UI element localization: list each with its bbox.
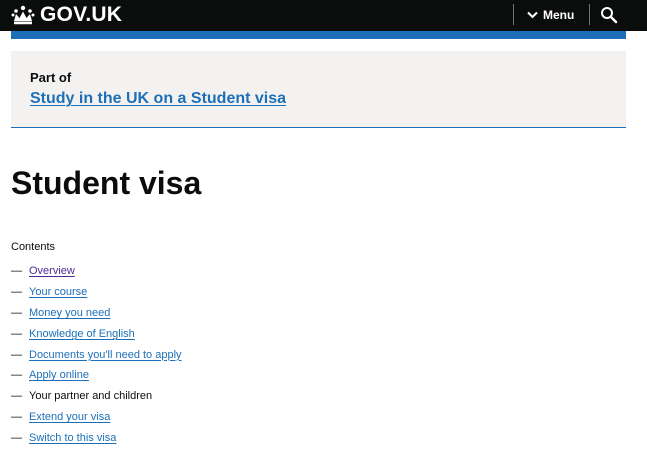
contents-item: — Your course: [11, 282, 182, 303]
search-button[interactable]: [600, 6, 618, 24]
contents-link-knowledge-of-english[interactable]: Knowledge of English: [29, 327, 135, 341]
contents-heading: Contents: [11, 241, 56, 253]
contents-link-overview[interactable]: Overview: [29, 264, 75, 278]
contents-item: — Documents you'll need to apply: [11, 344, 182, 365]
contents-dash: —: [11, 265, 22, 278]
contents-link-switch-to-this-visa[interactable]: Switch to this visa: [29, 431, 116, 445]
part-of-panel: Part of Study in the UK on a Student vis…: [11, 51, 626, 128]
contents-item: — Your partner and children: [11, 386, 182, 407]
crown-icon: [11, 5, 35, 25]
contents-current-page: Your partner and children: [29, 390, 153, 403]
site-header: GOV.UK Menu: [0, 0, 647, 31]
contents-item: — Apply online: [11, 365, 182, 386]
header-blue-bar: [11, 31, 626, 39]
govuk-logo-link[interactable]: GOV.UK: [11, 2, 122, 27]
contents-dash: —: [11, 431, 22, 444]
logo-text: GOV.UK: [40, 3, 123, 26]
contents-link-your-course[interactable]: Your course: [29, 285, 87, 299]
contents-dash: —: [11, 369, 22, 382]
part-of-link[interactable]: Study in the UK on a Student visa: [30, 89, 286, 109]
contents-link-apply-online[interactable]: Apply online: [29, 368, 89, 382]
contents-dash: —: [11, 306, 22, 319]
contents-link-money-you-need[interactable]: Money you need: [29, 306, 110, 320]
contents-link-extend-your-visa[interactable]: Extend your visa: [29, 410, 110, 424]
contents-dash: —: [11, 390, 22, 403]
contents-item: — Money you need: [11, 303, 182, 324]
header-divider: [513, 4, 514, 25]
chevron-down-icon: [527, 8, 538, 22]
contents-dash: —: [11, 348, 22, 361]
contents-item: — Switch to this visa: [11, 427, 182, 448]
contents-dash: —: [11, 286, 22, 299]
menu-label: Menu: [543, 7, 575, 22]
contents-item: — Knowledge of English: [11, 323, 182, 344]
contents-list: — Overview — Your course — Money you nee…: [11, 261, 182, 448]
contents-dash: —: [11, 327, 22, 340]
contents-item: — Overview: [11, 261, 182, 282]
contents-dash: —: [11, 410, 22, 423]
contents-item: — Extend your visa: [11, 407, 182, 428]
contents-link-documents[interactable]: Documents you'll need to apply: [29, 348, 182, 362]
page-title: Student visa: [11, 165, 202, 201]
menu-button[interactable]: Menu: [527, 4, 574, 25]
part-of-label: Part of: [30, 70, 72, 85]
search-icon: [600, 7, 618, 28]
header-divider: [589, 4, 590, 25]
